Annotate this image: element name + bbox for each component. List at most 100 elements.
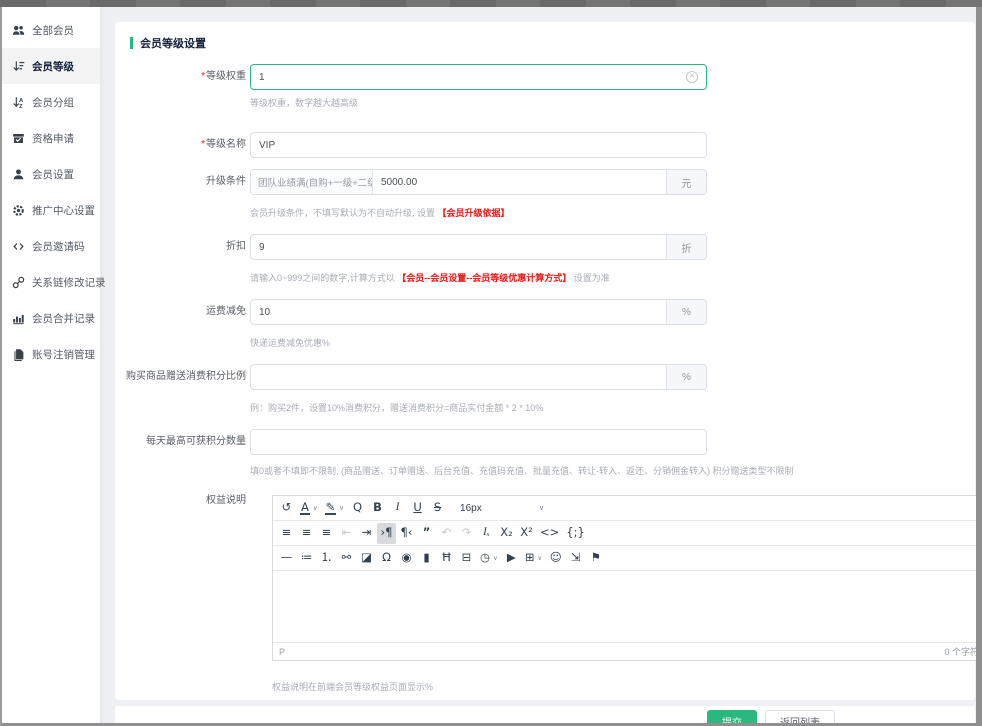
bold-icon[interactable]: B: [368, 498, 387, 519]
gear-icon: [12, 204, 25, 217]
freight-discount-field: %: [250, 299, 707, 325]
highlight-color-icon[interactable]: ✎: [322, 498, 347, 519]
label-level-weight: *等级权重: [115, 64, 246, 90]
unit-yuan: 元: [666, 170, 706, 194]
sidebar-item-relation-chain-log[interactable]: 关系链修改记录: [2, 264, 100, 300]
sidebar-item-all-members[interactable]: 全部会员: [2, 12, 100, 48]
submit-button[interactable]: 提交: [707, 710, 757, 723]
freight-discount-hint: 快递运费减免优惠%: [250, 336, 330, 349]
daily-points-max-input[interactable]: [251, 437, 706, 448]
points-ratio-input[interactable]: [251, 372, 666, 383]
search-replace-icon[interactable]: Q: [348, 498, 367, 519]
numbered-list-icon[interactable]: ⒈: [317, 548, 336, 569]
upgrade-basis-link[interactable]: 【会员升级依据】: [438, 208, 510, 218]
code-sample-icon[interactable]: {;}: [563, 523, 588, 544]
page-break-icon[interactable]: Ħ: [437, 548, 456, 569]
sidebar-item-member-invite-code[interactable]: 会员邀请码: [2, 228, 100, 264]
bullet-list-icon[interactable]: ≔: [297, 548, 316, 569]
link-icon[interactable]: ⚯: [337, 548, 356, 569]
underline-icon[interactable]: U: [408, 498, 427, 519]
unit-zhe: 折: [666, 235, 706, 259]
italic-icon[interactable]: I: [388, 498, 407, 519]
qualify-icon: [12, 132, 25, 145]
sidebar-item-label: 会员设置: [32, 167, 74, 182]
table-icon[interactable]: ⊞: [522, 548, 545, 569]
sidebar-item-qualification-apply[interactable]: 资格申请: [2, 120, 100, 156]
level-weight-input[interactable]: [251, 72, 686, 83]
rtl-paragraph-icon[interactable]: ¶‹: [397, 523, 416, 544]
required-star: *: [201, 71, 205, 82]
strikethrough-icon[interactable]: S: [428, 498, 447, 519]
align-right-icon[interactable]: ≡: [317, 523, 336, 544]
label-benefits: 权益说明: [115, 486, 246, 508]
upgrade-condition-field: 团队业绩满(自购+一级+二级) 元: [250, 169, 707, 195]
file-icon: [12, 348, 25, 361]
datetime-icon[interactable]: ◷: [477, 548, 501, 569]
sidebar-item-member-merge-log[interactable]: 会员合并记录: [2, 300, 100, 336]
outdent-icon[interactable]: ⇤: [337, 523, 356, 544]
upgrade-condition-type[interactable]: 团队业绩满(自购+一级+二级): [251, 170, 373, 194]
member-level-card: 会员等级设置 *等级权重 ✕ 等级权重，数字越大越高级 *等级名称 升级条件 团…: [115, 22, 975, 700]
label-points-ratio: 购买商品赠送消费积分比例: [115, 364, 246, 390]
restore-draft-icon[interactable]: ↺: [277, 498, 296, 519]
editor-toolbar-row-2: ≡≡≡⇤⇥›¶¶‹”↶↷IₓX₂X²<>{;}: [273, 521, 979, 546]
discount-hint: 请输入0~999之间的数字,计算方式以 【会员--会员设置--会员等级优惠计算方…: [250, 271, 610, 284]
print-icon[interactable]: ⊟: [457, 548, 476, 569]
back-to-list-button[interactable]: 返回列表: [765, 710, 835, 723]
vertical-scrollbar[interactable]: [976, 0, 982, 726]
discount-calc-link[interactable]: 【会员--会员设置--会员等级优惠计算方式】: [397, 273, 571, 283]
window-border-left: [0, 0, 2, 726]
freight-discount-input[interactable]: [251, 307, 666, 318]
align-center-icon[interactable]: ≡: [297, 523, 316, 544]
sidebar-item-promotion-center-settings[interactable]: 推广中心设置: [2, 192, 100, 228]
sidebar-item-account-cancel-manage[interactable]: 账号注销管理: [2, 336, 100, 372]
image-icon[interactable]: ◪: [357, 548, 376, 569]
member-icon: [12, 168, 25, 181]
sidebar-item-label: 推广中心设置: [32, 203, 95, 218]
subscript-icon[interactable]: X₂: [497, 523, 516, 544]
format-painter-icon[interactable]: ⚑: [586, 548, 605, 569]
editor-toolbar-row-3: —≔⒈⚯◪Ω◉▮Ħ⊟◷▶⊞☺⇲⚑: [273, 546, 979, 571]
clear-format-icon[interactable]: Iₓ: [477, 523, 496, 544]
sidebar-item-member-group[interactable]: AZ会员分组: [2, 84, 100, 120]
redo-icon[interactable]: ↷: [457, 523, 476, 544]
special-char-icon[interactable]: Ω: [377, 548, 396, 569]
media-icon[interactable]: ▶: [502, 548, 521, 569]
anchor-icon[interactable]: ▮: [417, 548, 436, 569]
level-name-input[interactable]: [251, 140, 706, 151]
ltr-paragraph-icon[interactable]: ›¶: [377, 523, 396, 544]
upgrade-condition-input[interactable]: [373, 177, 666, 188]
align-left-icon[interactable]: ≡: [277, 523, 296, 544]
undo-icon[interactable]: ↶: [437, 523, 456, 544]
fullscreen-icon[interactable]: ⇲: [566, 548, 585, 569]
level-name-field: [250, 132, 707, 158]
sidebar-item-label: 关系链修改记录: [32, 275, 106, 290]
text-color-icon[interactable]: A: [297, 498, 321, 519]
blockquote-icon[interactable]: ”: [417, 523, 436, 544]
app-window: 全部会员会员等级AZ会员分组资格申请会员设置推广中心设置会员邀请码关系链修改记录…: [0, 0, 982, 726]
points-ratio-field: %: [250, 364, 707, 390]
sidebar-item-label: 全部会员: [32, 23, 74, 38]
level-icon: [12, 60, 25, 73]
editor-content-area[interactable]: [273, 571, 979, 643]
sidebar-item-member-level[interactable]: 会员等级: [2, 48, 100, 84]
unit-percent: %: [666, 300, 706, 324]
superscript-icon[interactable]: X²: [517, 523, 536, 544]
inline-code-icon[interactable]: <>: [537, 523, 562, 544]
editor-toolbar-row-1: ↺A✎QBIUS 16px ∨: [273, 496, 979, 521]
editor-element-path: P: [279, 647, 285, 657]
editor-status-bar: P 0 个字符: [273, 643, 979, 660]
horizontal-rule-icon[interactable]: —: [277, 548, 296, 569]
emoji-icon[interactable]: ☺: [546, 548, 565, 569]
svg-text:A: A: [19, 97, 24, 103]
discount-input[interactable]: [251, 242, 666, 253]
preview-icon[interactable]: ◉: [397, 548, 416, 569]
font-size-select[interactable]: 16px ∨: [456, 498, 548, 519]
clipped-header-strip: [0, 0, 982, 7]
form-footer: 提交 返回列表: [115, 706, 975, 723]
sidebar-item-member-settings[interactable]: 会员设置: [2, 156, 100, 192]
sidebar-item-label: 会员合并记录: [32, 311, 95, 326]
clear-input-icon[interactable]: ✕: [686, 71, 698, 83]
level-weight-hint: 等级权重，数字越大越高级: [250, 96, 358, 109]
indent-icon[interactable]: ⇥: [357, 523, 376, 544]
